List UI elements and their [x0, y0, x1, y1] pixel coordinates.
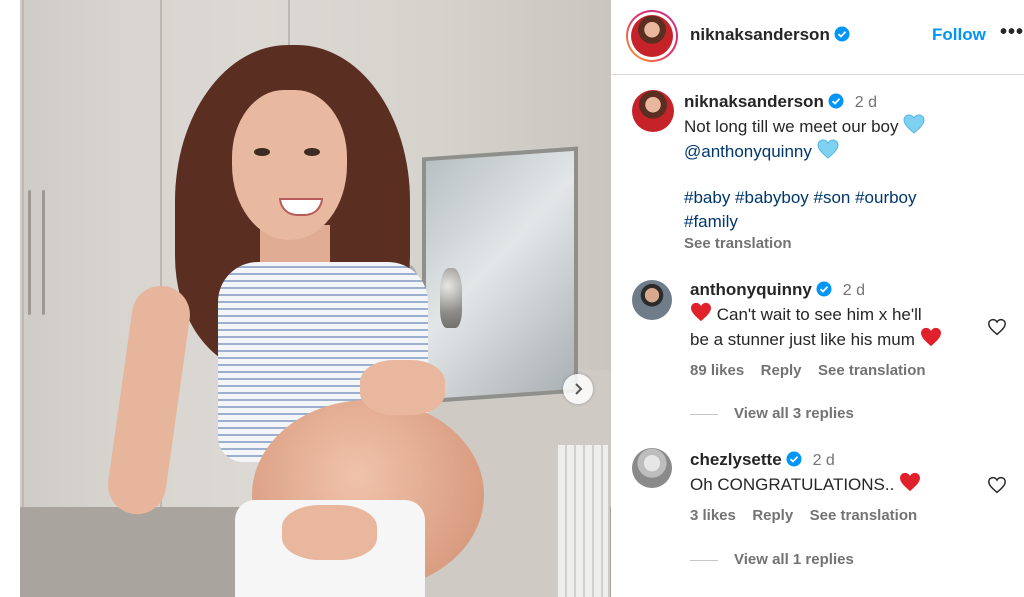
verified-badge-icon — [816, 281, 832, 297]
radiator — [558, 445, 608, 597]
verified-badge-icon — [786, 451, 802, 467]
comment-text: Can't wait to see him x he'll — [716, 305, 922, 324]
wardrobe-handle — [42, 190, 45, 315]
view-replies-link[interactable]: View all 1 replies — [734, 551, 854, 568]
red-heart-emoji — [920, 327, 941, 347]
caption-time[interactable]: 2 d — [855, 94, 877, 111]
chevron-right-icon — [575, 383, 583, 395]
story-ring[interactable] — [626, 10, 678, 62]
caption-username[interactable]: niknaksanderson — [684, 92, 824, 111]
avatar[interactable] — [632, 448, 672, 488]
verified-badge-icon — [834, 26, 850, 42]
replies-divider — [690, 414, 718, 415]
comment-likes[interactable]: 3 likes — [690, 507, 736, 524]
like-comment-button[interactable] — [987, 318, 1007, 336]
eye — [254, 148, 270, 156]
reply-button[interactable]: Reply — [752, 507, 793, 524]
author-block: niknaksanderson — [690, 25, 850, 45]
wardrobe-edge — [22, 0, 24, 510]
blue-heart-emoji — [903, 114, 925, 134]
blue-heart-emoji — [817, 139, 839, 159]
caption: niknaksanderson 2 d Not long till we mee… — [684, 92, 1004, 252]
post-header: niknaksanderson Follow ••• — [611, 0, 1024, 75]
reply-button[interactable]: Reply — [761, 362, 802, 379]
post-sidebar: niknaksanderson Follow ••• niknaksanders… — [611, 0, 1024, 597]
comment: anthonyquinny 2 d Can't wait to see him … — [690, 280, 980, 380]
comment-likes[interactable]: 89 likes — [690, 362, 744, 379]
like-comment-button[interactable] — [987, 476, 1007, 494]
comment-text: be a stunner just like his mum — [690, 330, 915, 349]
comment-username[interactable]: chezlysette — [690, 450, 782, 469]
comment-time[interactable]: 2 d — [843, 282, 865, 299]
follow-button[interactable]: Follow — [932, 25, 986, 45]
red-heart-emoji — [900, 472, 921, 492]
red-heart-emoji — [691, 302, 711, 322]
see-translation-link[interactable]: See translation — [810, 507, 918, 524]
comment-text: Oh CONGRATULATIONS.. — [690, 475, 895, 494]
eye — [304, 148, 320, 156]
more-options-button[interactable]: ••• — [1000, 21, 1024, 44]
wardrobe-handle — [28, 190, 31, 315]
next-image-button[interactable] — [563, 374, 593, 404]
see-translation-link[interactable]: See translation — [818, 362, 926, 379]
hashtag-family[interactable]: #family — [684, 212, 738, 231]
see-translation-link[interactable]: See translation — [684, 235, 1004, 252]
hand — [360, 360, 445, 415]
comment: chezlysette 2 d Oh CONGRATULATIONS.. 3 l… — [690, 450, 980, 525]
verified-badge-icon — [828, 93, 844, 109]
mention-link[interactable]: @anthonyquinny — [684, 142, 812, 161]
view-replies-link[interactable]: View all 3 replies — [734, 405, 854, 422]
avatar[interactable] — [632, 90, 674, 132]
vase — [440, 268, 462, 328]
avatar[interactable] — [632, 280, 672, 320]
replies-divider — [690, 560, 718, 561]
hashtags[interactable]: #baby #babyboy #son #ourboy — [684, 188, 917, 207]
caption-text: Not long till we meet our boy — [684, 117, 899, 136]
hand — [282, 505, 377, 560]
author-username[interactable]: niknaksanderson — [690, 25, 830, 44]
person-face — [232, 90, 347, 240]
post-media-panel — [0, 0, 611, 597]
person-arm — [104, 282, 194, 518]
comment-time[interactable]: 2 d — [813, 452, 835, 469]
avatar[interactable] — [631, 15, 673, 57]
post-photo — [20, 0, 611, 597]
comment-username[interactable]: anthonyquinny — [690, 280, 812, 299]
